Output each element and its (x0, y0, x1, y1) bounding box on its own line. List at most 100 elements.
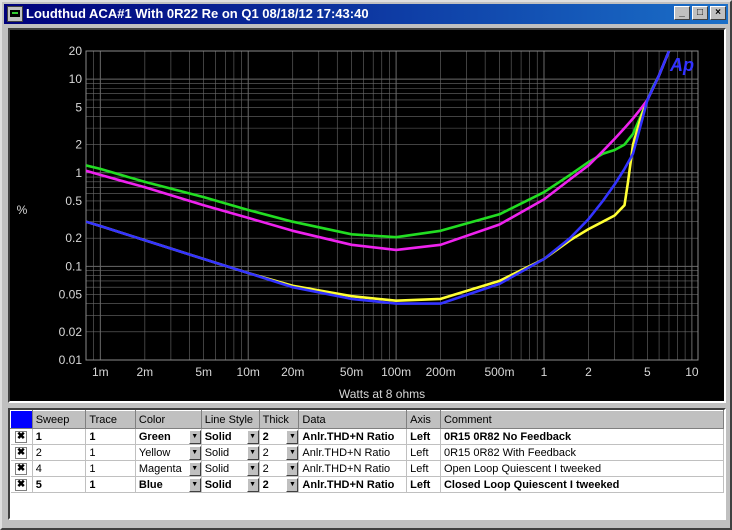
line-style-select-value: Solid (204, 446, 230, 459)
trace-cell-value: 1 (89, 446, 96, 459)
line-style-select[interactable]: Solid ▼ (201, 428, 260, 445)
color-select-value: Green (138, 430, 171, 443)
y-tick-label: 0.1 (65, 259, 82, 273)
column-header[interactable]: Axis (406, 410, 441, 429)
thickness-select-value: 2 (262, 478, 269, 491)
table-header-row: Sweep Trace Color Line Style Thick Data Axis Co… (10, 410, 725, 429)
enable-cell[interactable]: ✖ (10, 444, 33, 461)
table-row[interactable]: ✖ 2 1 Yellow ▼ Solid ▼ 2 ▼ Anlr.THD+N Ratio Left 0R… (10, 444, 725, 461)
y-tick-label: 0.05 (59, 288, 83, 302)
x-tick-label: 1m (92, 365, 109, 379)
title-bar[interactable]: Loudthud ACA#1 With 0R22 Re on Q1 08/18/… (4, 4, 728, 24)
color-select[interactable]: Blue ▼ (135, 476, 202, 493)
column-header[interactable]: Thick (258, 410, 300, 429)
dropdown-arrow-icon[interactable]: ▼ (246, 462, 259, 476)
column-header[interactable]: Sweep (31, 410, 87, 429)
data-cell: Anlr.THD+N Ratio (298, 444, 408, 461)
thickness-select[interactable]: 2 ▼ (259, 460, 300, 477)
window-controls: _ □ × (672, 6, 726, 20)
comment-cell[interactable]: Closed Loop Quiescent I tweeked (440, 476, 725, 493)
color-select[interactable]: Green ▼ (135, 428, 202, 445)
y-tick-label: 2 (75, 138, 82, 152)
minimize-button[interactable]: _ (674, 6, 690, 20)
thickness-select-value: 2 (262, 446, 269, 459)
dropdown-arrow-icon[interactable]: ▼ (246, 478, 259, 492)
dropdown-arrow-icon[interactable]: ▼ (188, 462, 201, 476)
thickness-select[interactable]: 2 ▼ (259, 428, 300, 445)
dropdown-arrow-icon[interactable]: ▼ (188, 478, 201, 492)
x-tick-label: 10m (237, 365, 260, 379)
line-style-select[interactable]: Solid ▼ (201, 460, 260, 477)
color-select[interactable]: Yellow ▼ (135, 444, 202, 461)
trace-cell-value: 1 (89, 478, 96, 491)
line-style-select[interactable]: Solid ▼ (201, 476, 260, 493)
sweep-cell-value: 2 (35, 446, 42, 459)
thickness-select[interactable]: 2 ▼ (259, 444, 300, 461)
comment-cell-value: 0R15 0R82 No Feedback (443, 430, 572, 443)
dropdown-arrow-icon[interactable]: ▼ (188, 446, 201, 460)
column-header[interactable]: Line Style (200, 410, 260, 429)
dropdown-arrow-icon[interactable]: ▼ (286, 446, 299, 460)
y-tick-label: 1 (75, 166, 82, 180)
comment-cell[interactable]: 0R15 0R82 With Feedback (440, 444, 725, 461)
y-tick-label: 0.02 (59, 325, 83, 339)
axis-cell: Left (406, 428, 441, 445)
maximize-button[interactable]: □ (692, 6, 708, 20)
plot-frame (85, 50, 699, 361)
dropdown-arrow-icon[interactable]: ▼ (188, 430, 201, 444)
x-tick-label: 2m (137, 365, 154, 379)
data-cell-value: Anlr.THD+N Ratio (302, 478, 395, 491)
column-header[interactable]: Color (134, 410, 202, 429)
app-icon (7, 6, 23, 22)
close-button[interactable]: × (710, 6, 726, 20)
axis-cell: Left (406, 444, 441, 461)
table-row[interactable]: ✖ 1 1 Green ▼ Solid ▼ 2 ▼ Anlr.THD+N Ratio Left 0R1… (10, 428, 725, 445)
sweep-cell-value: 5 (35, 478, 42, 491)
column-header[interactable]: Comment (439, 410, 725, 429)
table-row[interactable]: ✖ 5 1 Blue ▼ Solid ▼ 2 ▼ Anlr.THD+N Ratio Left Clos… (10, 476, 725, 493)
trace-cell-value: 1 (89, 430, 96, 443)
x-tick-label: 5m (195, 365, 212, 379)
data-cell: Anlr.THD+N Ratio (298, 428, 408, 445)
color-select-value: Blue (138, 478, 163, 491)
enable-cell[interactable]: ✖ (10, 428, 33, 445)
table-row[interactable]: ✖ 4 1 Magenta ▼ Solid ▼ 2 ▼ Anlr.THD+N Ratio Left O… (10, 460, 725, 477)
enable-cell[interactable]: ✖ (10, 476, 33, 493)
color-select-value: Magenta (138, 462, 182, 475)
select-all-cell[interactable] (10, 410, 33, 429)
enable-cell[interactable]: ✖ (10, 460, 33, 477)
dropdown-arrow-icon[interactable]: ▼ (286, 462, 299, 476)
y-tick-label: 10 (69, 72, 83, 86)
data-cell: Anlr.THD+N Ratio (298, 460, 408, 477)
comment-cell[interactable]: 0R15 0R82 No Feedback (440, 428, 725, 445)
dropdown-arrow-icon[interactable]: ▼ (286, 430, 299, 444)
line-style-select-value: Solid (204, 478, 232, 491)
dropdown-arrow-icon[interactable]: ▼ (246, 446, 259, 460)
x-tick-label: 10 (685, 365, 699, 379)
trace-cell: 1 (85, 428, 136, 445)
sweep-table: Sweep Trace Color Line Style Thick Data Axis Co… (10, 410, 725, 493)
x-tick-label: 5 (644, 365, 651, 379)
enable-checkbox[interactable]: ✖ (15, 463, 28, 475)
color-select[interactable]: Magenta ▼ (135, 460, 202, 477)
line-style-select[interactable]: Solid ▼ (201, 444, 260, 461)
data-cell-value: Anlr.THD+N Ratio (302, 462, 391, 475)
y-tick-label: 0.01 (59, 353, 83, 367)
axis-cell-value: Left (410, 478, 431, 491)
comment-cell[interactable]: Open Loop Quiescent I tweeked (440, 460, 725, 477)
y-tick-label: 0.2 (65, 231, 82, 245)
column-header[interactable]: Trace (85, 410, 136, 429)
enable-checkbox[interactable]: ✖ (15, 431, 28, 443)
thd-plot: 1m 2m 5m 10m 20m 50m 100m 200m 500m 1 2 5 10 20 10 5 2 1 0… (17, 44, 699, 401)
thickness-select[interactable]: 2 ▼ (259, 476, 300, 493)
sweep-cell: 4 (32, 460, 87, 477)
column-header[interactable]: Data (298, 410, 408, 429)
sweep-cell: 5 (32, 476, 87, 493)
enable-checkbox[interactable]: ✖ (15, 447, 28, 459)
dropdown-arrow-icon[interactable]: ▼ (286, 478, 299, 492)
enable-checkbox[interactable]: ✖ (15, 479, 28, 491)
sweep-cell: 2 (32, 444, 87, 461)
y-tick-label: 20 (69, 44, 83, 58)
sweep-cell-value: 4 (35, 462, 42, 475)
dropdown-arrow-icon[interactable]: ▼ (246, 430, 259, 444)
